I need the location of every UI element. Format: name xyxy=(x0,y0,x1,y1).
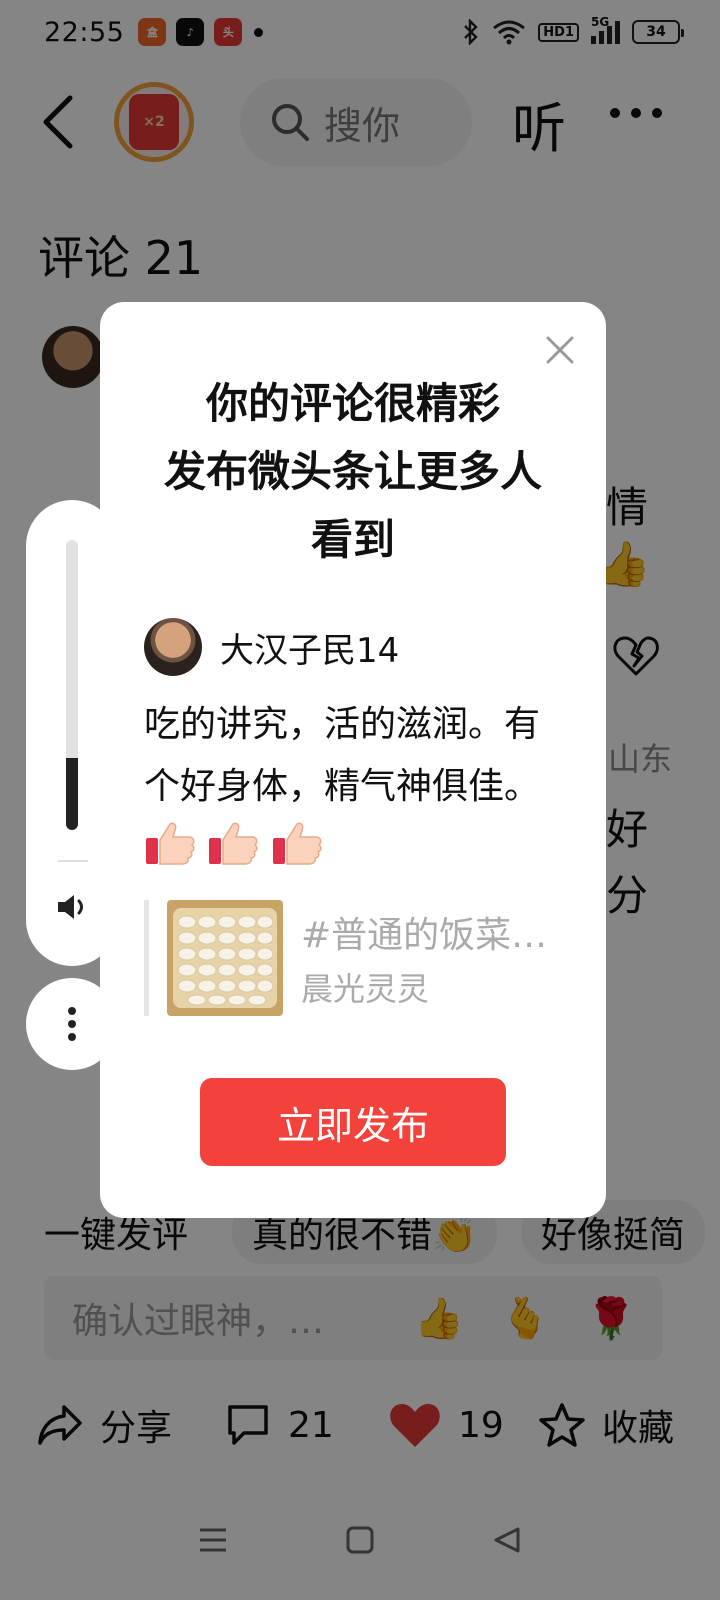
comment-author: 大汉子民14 xyxy=(144,618,399,676)
volume-level-fill xyxy=(66,757,78,830)
dumplings-thumbnail xyxy=(167,900,283,1016)
dialog-title-line: 看到 xyxy=(310,515,395,564)
publish-now-button[interactable]: 立即发布 xyxy=(200,1078,506,1166)
username: 大汉子民14 xyxy=(220,630,400,671)
publish-prompt-dialog: 你的评论很精彩 发布微头条让更多人 看到 大汉子民14 吃的讲究，活的滋润。有个… xyxy=(100,302,606,1218)
volume-panel xyxy=(26,500,118,966)
volume-slider[interactable] xyxy=(66,540,78,830)
thumbs-up-icon xyxy=(146,822,195,865)
speaker-icon[interactable] xyxy=(56,892,88,922)
avatar xyxy=(144,618,202,676)
vertical-dots-icon xyxy=(68,1007,76,1041)
dialog-title-line: 发布微头条让更多人 xyxy=(163,447,542,496)
comment-text: 吃的讲究，活的滋润。有个好身体，精气神俱佳。 xyxy=(144,704,541,807)
thumbs-up-icon xyxy=(272,822,322,865)
quoted-author: 晨光灵灵 xyxy=(301,970,430,1008)
comment-body: 吃的讲究，活的滋润。有个好身体，精气神俱佳。 xyxy=(144,694,564,880)
divider xyxy=(58,860,88,862)
dialog-title-line: 你的评论很精彩 xyxy=(205,379,500,428)
thumbs-up-icon xyxy=(209,822,258,865)
quoted-post[interactable]: #普通的饭菜… 晨光灵灵 xyxy=(144,900,564,1016)
dialog-title: 你的评论很精彩 发布微头条让更多人 看到 xyxy=(100,370,606,574)
quoted-topic: #普通的饭菜… xyxy=(301,915,548,956)
close-icon[interactable] xyxy=(544,334,576,366)
volume-more-button[interactable] xyxy=(26,978,118,1070)
